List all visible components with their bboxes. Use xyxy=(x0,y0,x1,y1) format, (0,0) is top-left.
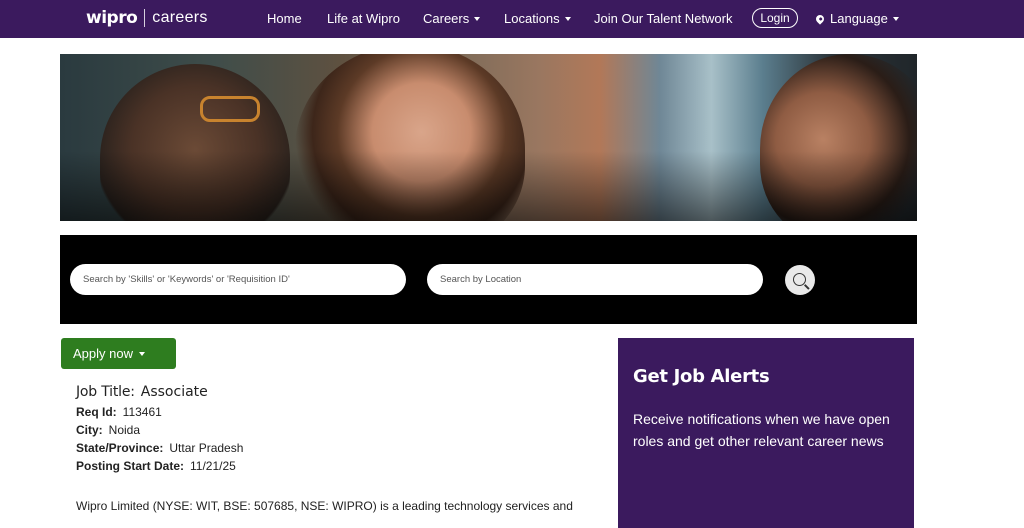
job-details: Job Title: Associate Req Id: 113461 City… xyxy=(76,384,596,477)
apply-now-label: Apply now xyxy=(73,346,133,361)
state-label: State/Province: xyxy=(76,441,164,455)
req-id-value: 113461 xyxy=(122,405,162,419)
nav-talent-label: Join Our Talent Network xyxy=(594,11,733,26)
job-alerts-panel: Get Job Alerts Receive notifications whe… xyxy=(618,338,914,528)
job-alerts-text: Receive notifications when we have open … xyxy=(633,411,890,449)
search-button[interactable] xyxy=(785,265,815,295)
nav-life-at-wipro[interactable]: Life at Wipro xyxy=(327,11,400,26)
nav-talent-network[interactable]: Join Our Talent Network xyxy=(594,11,733,26)
posting-date-value: 11/21/25 xyxy=(190,459,236,473)
state-row: State/Province: Uttar Pradesh xyxy=(76,441,596,459)
logo-brand: wipro xyxy=(86,8,138,28)
nav-careers-label: Careers xyxy=(423,11,470,26)
chevron-down-icon xyxy=(474,17,481,21)
nav-locations-label: Locations xyxy=(504,11,560,26)
nav-life-label: Life at Wipro xyxy=(327,11,400,26)
hero-shade xyxy=(60,151,917,221)
job-title-label: Job Title: xyxy=(76,384,135,400)
city-value: Noida xyxy=(108,423,141,437)
keywords-search-input[interactable] xyxy=(70,264,406,295)
location-pin-icon xyxy=(814,12,826,25)
nav-home-label: Home xyxy=(267,11,302,26)
language-dropdown[interactable]: Language xyxy=(814,11,899,26)
job-description: Wipro Limited (NYSE: WIT, BSE: 507685, N… xyxy=(76,499,573,513)
hero-glasses-left xyxy=(200,96,260,122)
search-band xyxy=(60,235,917,324)
chevron-down-icon xyxy=(564,17,571,21)
nav-careers-dropdown[interactable]: Careers xyxy=(423,11,481,26)
chevron-down-icon xyxy=(892,17,899,21)
nav-locations-dropdown[interactable]: Locations xyxy=(504,11,571,26)
req-id-row: Req Id: 113461 xyxy=(76,405,596,423)
job-alerts-title: Get Job Alerts xyxy=(633,366,770,387)
language-label: Language xyxy=(830,11,888,26)
req-id-label: Req Id: xyxy=(76,405,117,419)
top-navigation: wipro careers Home Life at Wipro Careers… xyxy=(0,0,1024,38)
state-value: Uttar Pradesh xyxy=(169,441,244,455)
location-search-input[interactable] xyxy=(427,264,763,295)
city-row: City: Noida xyxy=(76,423,596,441)
city-label: City: xyxy=(76,423,103,437)
posting-date-row: Posting Start Date: 11/21/25 xyxy=(76,459,596,477)
login-button[interactable]: Login xyxy=(752,8,798,28)
chevron-down-icon xyxy=(138,352,145,356)
job-title-row: Job Title: Associate xyxy=(76,384,596,400)
wipro-careers-logo[interactable]: wipro careers xyxy=(86,8,208,28)
logo-section: careers xyxy=(152,9,208,26)
logo-divider xyxy=(144,9,146,27)
search-icon xyxy=(792,272,806,286)
hero-image xyxy=(60,54,917,221)
nav-home[interactable]: Home xyxy=(267,11,302,26)
posting-date-label: Posting Start Date: xyxy=(76,459,185,473)
job-title-value: Associate xyxy=(140,384,208,400)
apply-now-button[interactable]: Apply now xyxy=(61,338,176,369)
login-label: Login xyxy=(760,11,790,25)
